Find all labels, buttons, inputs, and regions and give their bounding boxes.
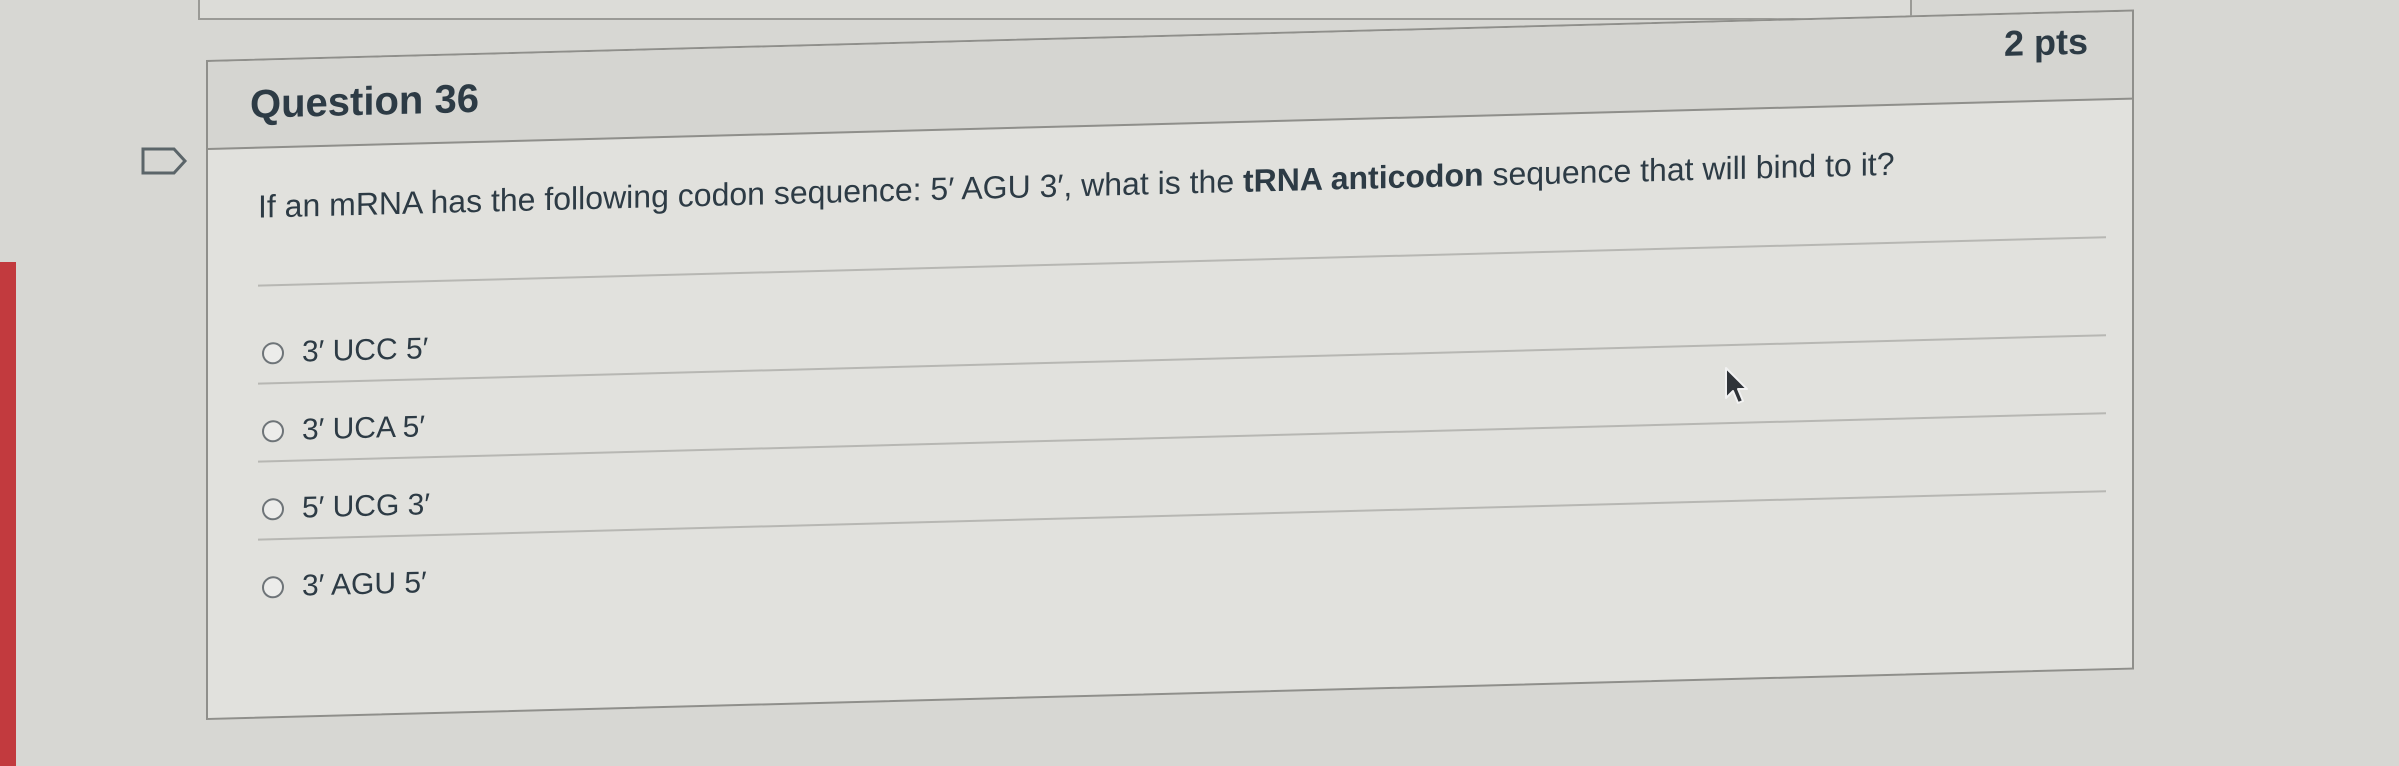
answer-radio-3[interactable] <box>262 497 284 521</box>
answer-radio-1[interactable] <box>262 341 284 365</box>
answer-radio-4[interactable] <box>262 575 284 599</box>
answer-option-4[interactable]: 3′ AGU 5′ <box>262 560 427 610</box>
answer-label-3: 5′ UCG 3′ <box>302 488 430 525</box>
red-side-edge <box>0 262 16 766</box>
answer-radio-2[interactable] <box>262 419 284 443</box>
answer-divider <box>258 490 2106 541</box>
answer-divider <box>258 412 2106 463</box>
mouse-pointer-icon <box>1725 367 1748 404</box>
question-title: Question 36 <box>250 76 479 127</box>
previous-question-border <box>198 0 1912 20</box>
answer-divider <box>258 334 2106 385</box>
question-text-bold: tRNA anticodon <box>1243 156 1484 199</box>
question-header: Question 36 2 pts <box>208 11 2132 150</box>
answer-label-1: 3′ UCC 5′ <box>302 332 429 369</box>
question-points: 2 pts <box>2003 20 2088 64</box>
question-text: If an mRNA has the following codon seque… <box>258 146 1894 226</box>
answer-option-2[interactable]: 3′ UCA 5′ <box>262 404 425 454</box>
flag-question-icon[interactable] <box>140 146 188 176</box>
question-card: Question 36 2 pts If an mRNA has the fol… <box>206 9 2134 720</box>
answer-option-1[interactable]: 3′ UCC 5′ <box>262 326 428 376</box>
question-divider <box>258 236 2106 287</box>
question-text-part2: sequence that will bind to it? <box>1483 145 1895 193</box>
answer-label-4: 3′ AGU 5′ <box>302 566 427 603</box>
question-text-part1: If an mRNA has the following codon seque… <box>258 162 1243 225</box>
answer-option-3[interactable]: 5′ UCG 3′ <box>262 482 430 532</box>
answer-label-2: 3′ UCA 5′ <box>302 410 425 447</box>
